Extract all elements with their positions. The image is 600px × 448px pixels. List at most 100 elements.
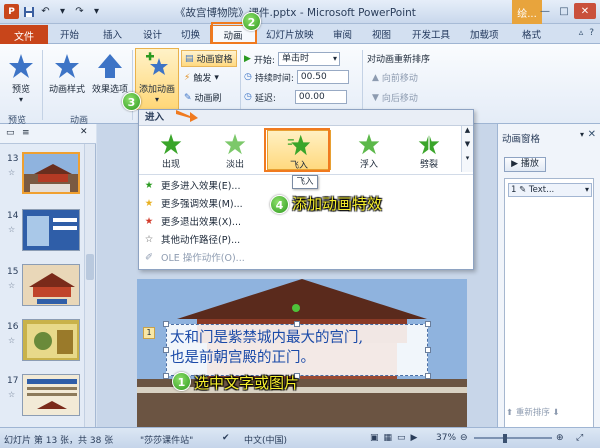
effect-split[interactable]: 劈裂 (401, 130, 457, 172)
slide-thumbnail-16[interactable] (22, 319, 80, 361)
effect-appear[interactable]: 出现 (143, 130, 199, 172)
slide-thumbnail-image (23, 320, 79, 360)
resize-handle[interactable] (425, 321, 431, 327)
expand-gallery-icon[interactable]: ▾ (462, 154, 473, 162)
undo-icon[interactable]: ↶ (38, 4, 53, 19)
tab-format[interactable]: 格式 (522, 27, 541, 41)
effect-options-label: 效果选项 (91, 85, 128, 95)
maximize-icon[interactable]: □ (555, 3, 573, 19)
tab-review[interactable]: 审阅 (333, 27, 352, 41)
resize-handle[interactable] (163, 373, 169, 379)
close-pane-icon[interactable]: ✕ (80, 127, 88, 137)
slide-sorter-icon[interactable]: ▦ (384, 433, 393, 443)
animation-entry[interactable]: 1 ✎ Text... ▾ (508, 183, 592, 197)
more-entrance-effects[interactable]: ★ 更多进入效果(E)... (143, 178, 241, 193)
outline-tab-icon[interactable]: ≡ (22, 128, 30, 138)
effect-fade[interactable]: 淡出 (207, 130, 263, 172)
normal-view-icon[interactable]: ▣ (370, 433, 379, 443)
more-motion-paths[interactable]: ☆ 其他动作路径(P)... (143, 232, 240, 247)
move-earlier-button[interactable]: ▲ 向前移动 (372, 71, 418, 85)
effect-label: 出现 (161, 160, 180, 170)
animation-star-icon: ☆ (8, 390, 16, 399)
close-icon[interactable]: ✕ (574, 3, 596, 19)
thumbnail-scrollbar[interactable] (84, 144, 95, 427)
collapse-ribbon-icon[interactable]: ▵ (579, 28, 584, 38)
move-later-button[interactable]: ▼ 向后移动 (372, 91, 418, 105)
tab-developer[interactable]: 开发工具 (412, 27, 450, 41)
tab-view[interactable]: 视图 (372, 27, 391, 41)
resize-handle[interactable] (163, 347, 169, 353)
zoom-in-icon[interactable]: ⊕ (556, 433, 564, 443)
animation-styles-button[interactable]: 动画样式 (46, 52, 88, 95)
dropdown-arrow-icon[interactable]: ▾ (55, 4, 70, 19)
tab-file[interactable]: 文件 (0, 25, 48, 44)
preview-button[interactable]: 预览 ▾ (4, 52, 38, 104)
spellcheck-icon[interactable]: ✔ (222, 433, 230, 443)
more-exit-effects[interactable]: ★ 更多退出效果(X)... (143, 214, 241, 229)
tab-transitions[interactable]: 切换 (181, 27, 200, 41)
gallery-scrollbar[interactable]: ▲ ▼ ▾ (461, 126, 473, 172)
close-icon[interactable]: ✕ (588, 129, 596, 140)
play-label: 播放 (520, 159, 539, 169)
step-4-badge: 4 (270, 195, 289, 214)
theme-name[interactable]: "莎莎课件站" (140, 433, 193, 446)
animation-pane-title: 动画窗格 (502, 134, 541, 145)
trigger-button[interactable]: ⚡ 触发 ▾ (184, 71, 219, 85)
slide-counter: 幻灯片 第 13 张，共 38 张 (4, 436, 114, 446)
add-animation-button[interactable]: 添加动画 ▾ (136, 52, 178, 104)
animation-painter-button[interactable]: ✎ 动画刷 (184, 91, 222, 105)
start-select[interactable]: 单击时 (277, 52, 340, 66)
slides-tab-icon[interactable]: ▭ (6, 128, 15, 138)
effect-float-in[interactable]: 浮入 (341, 130, 397, 172)
save-icon[interactable] (21, 4, 36, 19)
reorder-up-icon[interactable]: ⬆ (506, 408, 513, 418)
start-label: 开始: (253, 55, 275, 66)
animation-star-icon: ☆ (8, 168, 16, 177)
language-indicator[interactable]: 中文(中国) (244, 433, 287, 446)
zoom-out-icon[interactable]: ⊖ (460, 433, 468, 443)
zoom-slider-thumb[interactable] (503, 434, 507, 443)
resize-handle[interactable] (425, 373, 431, 379)
animation-pane-button[interactable]: ▤ 动画窗格 (181, 50, 237, 67)
slideshow-view-icon[interactable]: ▶ (411, 433, 418, 443)
up-arrow-icon (98, 54, 122, 78)
reading-view-icon[interactable]: ▭ (397, 433, 406, 443)
tab-addins[interactable]: 加载项 (470, 27, 499, 41)
entry-dropdown-icon[interactable]: ▾ (585, 184, 589, 196)
duration-input[interactable]: 00.50 (296, 70, 349, 84)
fit-to-window-icon[interactable]: ⤢ (576, 433, 583, 443)
scroll-thumb[interactable] (86, 254, 94, 280)
customize-qat-icon[interactable]: ▾ (89, 4, 104, 19)
slide-thumbnail-15[interactable] (22, 264, 80, 306)
scroll-down-icon[interactable]: ▼ (462, 140, 473, 148)
effect-options-button[interactable]: 效果选项 (89, 52, 131, 95)
slide-thumbnail-17[interactable] (22, 374, 80, 416)
ole-action-verbs[interactable]: ✐ OLE 操作动作(O)... (143, 250, 245, 265)
delay-input[interactable]: 00.00 (294, 90, 347, 104)
zoom-level[interactable]: 37% (436, 433, 456, 443)
tab-slideshow[interactable]: 幻灯片放映 (266, 27, 314, 41)
rotation-handle[interactable] (292, 304, 300, 312)
help-icon[interactable]: ? (589, 28, 594, 38)
scroll-up-icon[interactable]: ▲ (462, 126, 473, 134)
slide-thumbnail-13[interactable] (22, 152, 80, 194)
resize-handle[interactable] (425, 347, 431, 353)
tab-design[interactable]: 设计 (143, 27, 162, 41)
animation-pane-label: 动画窗格 (196, 55, 233, 65)
play-button[interactable]: ▶ 播放 (504, 157, 546, 172)
minimize-icon[interactable]: — (536, 3, 554, 19)
tab-home[interactable]: 开始 (60, 27, 79, 41)
slide-text[interactable]: 太和门是紫禁城内最大的宫门, 也是前朝宫殿的正门。 (170, 328, 428, 368)
resize-handle[interactable] (163, 321, 169, 327)
powerpoint-logo-icon[interactable]: P (4, 4, 19, 19)
redo-icon[interactable]: ↷ (72, 4, 87, 19)
animation-list: 1 ✎ Text... ▾ (504, 178, 594, 428)
reorder-down-icon[interactable]: ⬇ (553, 408, 560, 418)
help-area: ▵ ? (579, 28, 594, 38)
zoom-slider[interactable] (474, 437, 552, 439)
pane-options-icon[interactable]: ▾ (580, 130, 584, 139)
resize-handle[interactable] (294, 321, 300, 327)
slide-thumbnail-14[interactable] (22, 209, 80, 251)
tab-insert[interactable]: 插入 (103, 27, 122, 41)
more-emphasis-effects[interactable]: ★ 更多强调效果(M)... (143, 196, 243, 211)
